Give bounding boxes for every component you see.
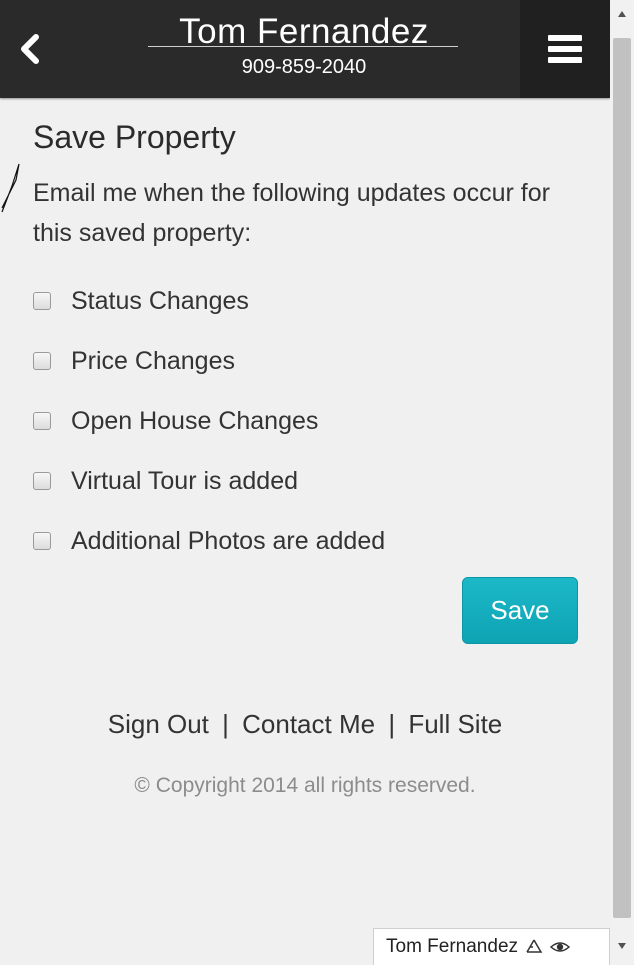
update-options-list: Status Changes Price Changes Open House … xyxy=(33,271,593,571)
option-open-house-changes[interactable]: Open House Changes xyxy=(33,391,593,451)
scrollbar-thumb[interactable] xyxy=(613,38,631,918)
scroll-down-arrow-icon[interactable] xyxy=(610,936,634,956)
option-label: Open House Changes xyxy=(71,406,319,435)
eye-icon xyxy=(550,940,571,954)
full-site-link[interactable]: Full Site xyxy=(408,709,502,739)
option-label: Price Changes xyxy=(71,346,235,375)
chevron-left-icon xyxy=(21,34,39,64)
menu-button[interactable] xyxy=(520,0,610,98)
link-separator: | xyxy=(388,709,396,739)
option-label: Status Changes xyxy=(71,286,249,315)
footer-links: Sign Out | Contact Me | Full Site xyxy=(0,704,610,744)
option-label: Virtual Tour is added xyxy=(71,466,299,495)
option-price-changes[interactable]: Price Changes xyxy=(33,331,593,391)
additional-photos-checkbox[interactable] xyxy=(33,532,51,550)
intro-text: Email me when the following updates occu… xyxy=(33,179,550,247)
copyright-text: © Copyright 2014 all rights reserved. xyxy=(134,774,476,797)
mobile-viewport: Tom Fernandez 909-859-2040 Save Property… xyxy=(0,0,610,965)
virtual-tour-checkbox[interactable] xyxy=(33,472,51,490)
save-property-form: Save Property Email me when the followin… xyxy=(33,115,593,571)
vertical-scrollbar[interactable] xyxy=(610,0,634,965)
option-label: Additional Photos are added xyxy=(71,526,386,555)
save-button[interactable]: Save xyxy=(462,577,578,644)
agent-phone[interactable]: 909-859-2040 xyxy=(150,55,458,79)
option-status-changes[interactable]: Status Changes xyxy=(33,271,593,331)
option-virtual-tour-added[interactable]: Virtual Tour is added xyxy=(33,451,593,511)
open-house-changes-checkbox[interactable] xyxy=(33,412,51,430)
option-additional-photos-added[interactable]: Additional Photos are added xyxy=(33,511,593,571)
badge-name: Tom Fernandez xyxy=(386,936,519,957)
price-changes-checkbox[interactable] xyxy=(33,352,51,370)
top-header: Tom Fernandez 909-859-2040 xyxy=(0,0,610,98)
link-separator: | xyxy=(222,709,229,739)
hamburger-icon xyxy=(548,35,582,63)
page-title: Save Property xyxy=(33,119,236,155)
contact-me-link[interactable]: Contact Me xyxy=(242,709,375,739)
back-button[interactable] xyxy=(0,0,60,98)
recycle-icon xyxy=(524,938,544,956)
agent-badge[interactable]: Tom Fernandez xyxy=(373,928,610,965)
sign-out-link[interactable]: Sign Out xyxy=(108,709,209,739)
status-changes-checkbox[interactable] xyxy=(33,292,51,310)
scroll-up-arrow-icon[interactable] xyxy=(610,4,634,24)
agent-name-underline xyxy=(148,46,458,47)
pen-stroke-mark xyxy=(1,163,20,213)
